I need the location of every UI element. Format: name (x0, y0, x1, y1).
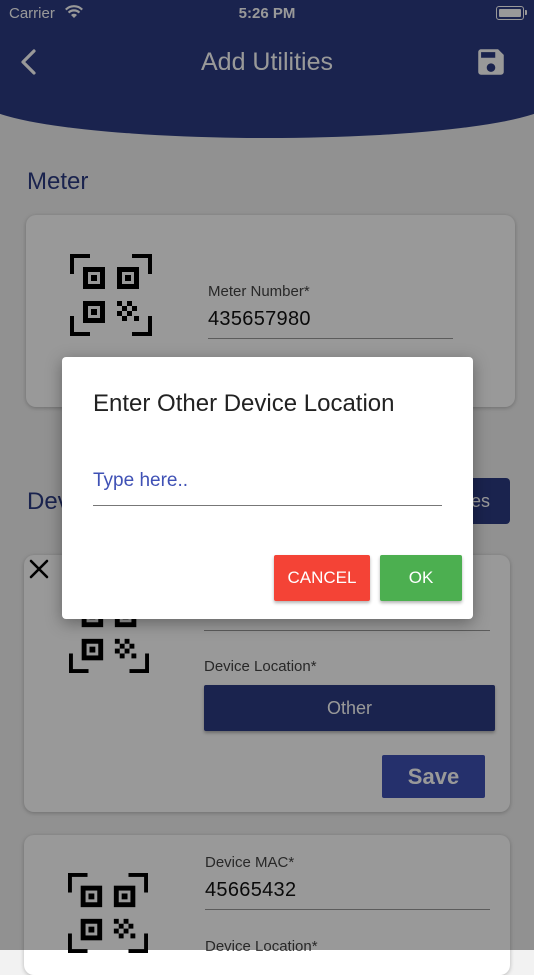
device-location-input[interactable] (93, 457, 442, 506)
dialog-title: Enter Other Device Location (93, 390, 395, 417)
device-location-dialog: Enter Other Device Location CANCEL OK (62, 357, 473, 619)
ok-button[interactable]: OK (380, 555, 462, 601)
cancel-button[interactable]: CANCEL (274, 555, 370, 601)
